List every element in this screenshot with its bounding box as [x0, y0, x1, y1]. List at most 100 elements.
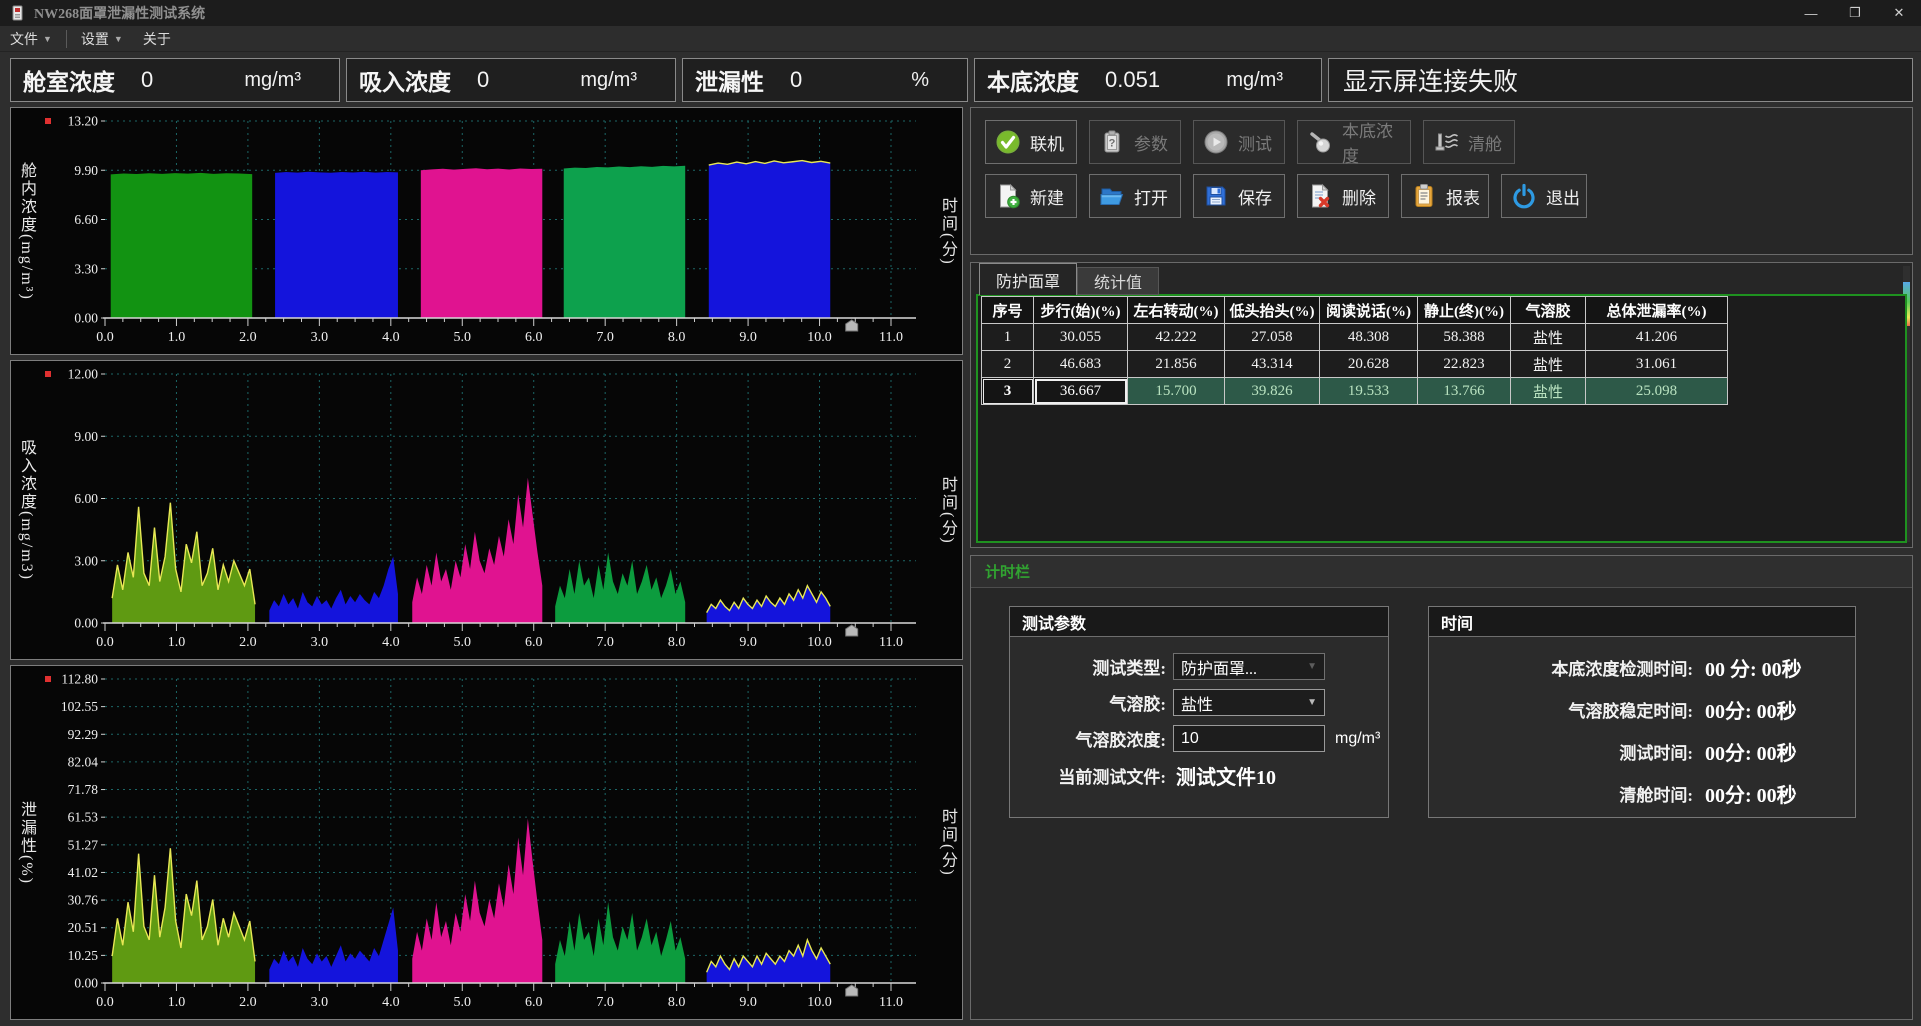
svg-text:2.0: 2.0	[239, 635, 256, 650]
table-cell[interactable]: 39.826	[1225, 378, 1320, 405]
svg-text:0.00: 0.00	[74, 976, 98, 991]
app-icon	[10, 5, 26, 21]
table-cell[interactable]: 25.098	[1586, 378, 1728, 405]
test-type-select: 防护面罩...▼	[1173, 653, 1325, 680]
svg-text:9.0: 9.0	[739, 330, 757, 345]
baseline-button: 本底浓度	[1297, 120, 1411, 164]
svg-text:0.0: 0.0	[96, 635, 114, 650]
test-time-row: 测试时间:00分: 00秒	[1435, 737, 1845, 766]
right-panel: 联机?参数测试本底浓度清舱新建打开保存删除报表退出 防护面罩统计值 序号步行(始…	[970, 107, 1913, 1020]
purge-time-label: 清舱时间:	[1435, 781, 1693, 806]
document-delete-icon	[1307, 183, 1333, 209]
table-cell[interactable]: 42.222	[1128, 324, 1225, 351]
table-header-cell: 低头抬头(%)	[1225, 297, 1320, 324]
svg-text:3.0: 3.0	[311, 995, 329, 1010]
tab-stats[interactable]: 统计值	[1077, 267, 1159, 295]
table-cell[interactable]: 15.700	[1128, 378, 1225, 405]
table-header-cell: 总体泄漏率(%)	[1586, 297, 1728, 324]
aerosol-concentration-unit: mg/m³	[1335, 730, 1380, 748]
menu-item-file[interactable]: 文件▼	[0, 26, 62, 52]
table-cell[interactable]: 43.314	[1225, 351, 1320, 378]
status-label-inhale-concentration: 吸入浓度	[359, 63, 451, 97]
table-header-cell: 阅读说话(%)	[1320, 297, 1418, 324]
aerosol-concentration-label: 气溶胶浓度:	[1016, 726, 1166, 751]
connect-button[interactable]: 联机	[985, 120, 1077, 164]
table-cell[interactable]: 19.533	[1320, 378, 1418, 405]
delete-button[interactable]: 删除	[1297, 174, 1389, 218]
results-table: 序号步行(始)(%)左右转动(%)低头抬头(%)阅读说话(%)静止(终)(%)气…	[981, 296, 1728, 405]
time-group-title: 时间	[1441, 610, 1473, 634]
aerosol-concentration-row: 气溶胶浓度: mg/m³	[1016, 725, 1378, 752]
save-button[interactable]: 保存	[1193, 174, 1285, 218]
table-header-cell: 步行(始)(%)	[1034, 297, 1128, 324]
table-cell[interactable]: 盐性	[1511, 378, 1586, 405]
table-header-cell: 序号	[982, 297, 1034, 324]
test-type-label: 测试类型:	[1016, 654, 1166, 679]
aerosol-select[interactable]: 盐性▼	[1173, 689, 1325, 716]
svg-text:5.0: 5.0	[454, 330, 472, 345]
table-cell[interactable]: 36.667	[1034, 378, 1128, 405]
svg-text:2.0: 2.0	[239, 995, 256, 1010]
svg-text:30.76: 30.76	[68, 893, 99, 908]
chevron-down-icon: ▼	[43, 34, 52, 44]
chart-top-marker-icon	[45, 676, 51, 682]
chevron-down-icon: ▼	[114, 34, 123, 44]
table-cell[interactable]: 41.206	[1586, 324, 1728, 351]
chart-leakage-y-axis-title: 泄漏性(%)	[11, 666, 41, 1019]
svg-text:20.51: 20.51	[68, 920, 98, 935]
menu-item-about[interactable]: 关于	[133, 26, 181, 52]
test-time-label: 测试时间:	[1435, 739, 1693, 764]
table-cell[interactable]: 27.058	[1225, 324, 1320, 351]
timer-section-title: 计时栏	[985, 561, 1030, 582]
table-cell[interactable]: 20.628	[1320, 351, 1418, 378]
table-cell[interactable]: 盐性	[1511, 324, 1586, 351]
table-cell[interactable]: 13.766	[1418, 378, 1511, 405]
document-new-icon	[995, 183, 1021, 209]
menu-bar: 文件▼ 设置 ▼ 关于	[0, 26, 1921, 52]
params-button-label: 参数	[1134, 130, 1168, 155]
purge-time-value: 00分: 00秒	[1705, 779, 1797, 808]
table-cell[interactable]: 58.388	[1418, 324, 1511, 351]
window-title: NW268面罩泄漏性测试系统	[34, 3, 205, 23]
connect-button-label: 联机	[1030, 130, 1064, 155]
tab-mask[interactable]: 防护面罩	[979, 263, 1077, 295]
table-header-cell: 左右转动(%)	[1128, 297, 1225, 324]
exit-button[interactable]: 退出	[1501, 174, 1587, 218]
table-cell[interactable]: 3	[982, 378, 1034, 405]
menu-item-label: 设置	[81, 29, 109, 49]
table-cell[interactable]: 22.823	[1418, 351, 1511, 378]
table-cell[interactable]: 1	[982, 324, 1034, 351]
tab-strip: 防护面罩统计值	[971, 263, 1912, 295]
table-cell[interactable]: 2	[982, 351, 1034, 378]
display-connection-status-box: 显示屏连接失败	[1328, 58, 1913, 102]
status-bar: 舱室浓度0mg/m³吸入浓度0mg/m³泄漏性0%本底浓度0.051mg/m³ …	[10, 58, 1913, 102]
status-value-cabin-concentration: 0	[141, 67, 153, 93]
chart-cabin-y-axis-title: 舱内浓度(mg/m³)	[11, 108, 41, 354]
table-cell[interactable]: 盐性	[1511, 351, 1586, 378]
status-value-inhale-concentration: 0	[477, 67, 489, 93]
table-cell[interactable]: 21.856	[1128, 351, 1225, 378]
status-box-leakage: 泄漏性0%	[682, 58, 968, 102]
table-cell[interactable]: 48.308	[1320, 324, 1418, 351]
svg-text:0.00: 0.00	[74, 311, 98, 326]
table-cell[interactable]: 30.055	[1034, 324, 1128, 351]
svg-text:9.00: 9.00	[74, 429, 98, 444]
svg-text:6.60: 6.60	[74, 212, 98, 227]
close-button[interactable]: ✕	[1877, 0, 1921, 26]
aerosol-value: 盐性	[1181, 691, 1213, 715]
test-params-group: 测试参数 测试类型:防护面罩...▼气溶胶:盐性▼气溶胶浓度:mg/m³当前测试…	[1009, 606, 1389, 818]
play-circle-icon	[1203, 129, 1229, 155]
menu-item-settings[interactable]: 设置 ▼	[71, 26, 133, 52]
new-button[interactable]: 新建	[985, 174, 1077, 218]
table-cell[interactable]: 31.061	[1586, 351, 1728, 378]
open-button[interactable]: 打开	[1089, 174, 1181, 218]
toolbar-row-1: 联机?参数测试本底浓度清舱	[985, 120, 1912, 164]
table-cell[interactable]: 46.683	[1034, 351, 1128, 378]
svg-text:5.0: 5.0	[454, 635, 472, 650]
minimize-button[interactable]: —	[1789, 0, 1833, 26]
report-button[interactable]: 报表	[1401, 174, 1489, 218]
chart-cabin-plot-area: 0.01.02.03.04.05.06.07.08.09.010.011.00.…	[41, 108, 932, 354]
title-bar: NW268面罩泄漏性测试系统 — ❐ ✕	[0, 0, 1921, 26]
maximize-button[interactable]: ❐	[1833, 0, 1877, 26]
aerosol-concentration-input[interactable]	[1173, 725, 1325, 752]
